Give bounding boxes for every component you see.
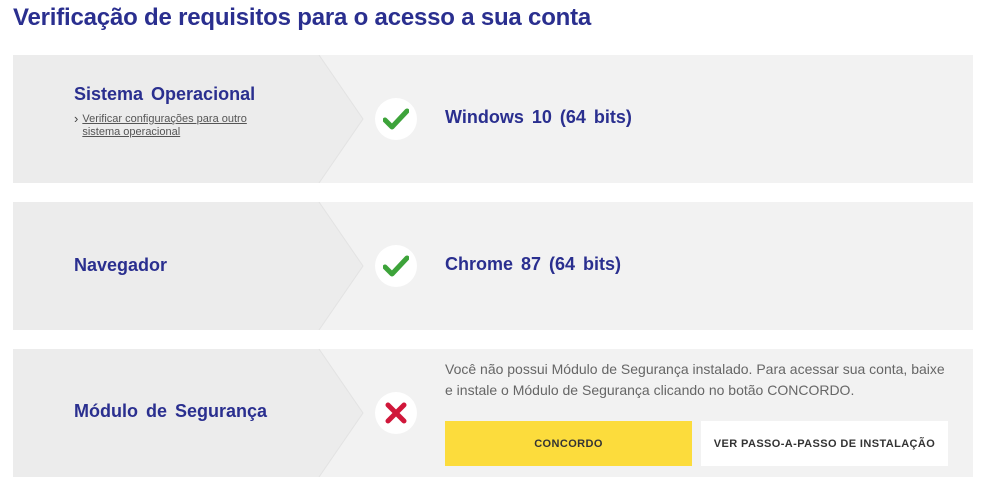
browser-status-circle	[375, 245, 417, 287]
os-check-card: Sistema Operacional › Verificar configur…	[13, 55, 973, 183]
browser-label: Navegador	[74, 255, 168, 275]
os-value: Windows 10 (64 bits)	[445, 107, 632, 127]
browser-value: Chrome 87 (64 bits)	[445, 254, 622, 274]
check-icon	[383, 255, 409, 277]
os-status-circle	[375, 98, 417, 140]
installation-steps-button[interactable]: VER PASSO-A-PASSO DE INSTALAÇÃO	[701, 421, 948, 466]
page-title: Verificação de requisitos para o acesso …	[13, 4, 592, 31]
security-status-circle	[375, 392, 417, 434]
check-icon	[383, 108, 409, 130]
security-module-check-card: Módulo de Segurança Você não possui Módu…	[13, 349, 973, 477]
os-label: Sistema Operacional	[74, 84, 256, 104]
agree-button[interactable]: CONCORDO	[445, 421, 692, 466]
x-icon	[385, 402, 407, 424]
security-module-label: Módulo de Segurança	[74, 401, 268, 421]
label-chevron-panel	[13, 202, 393, 330]
browser-check-card: Navegador Chrome 87 (64 bits)	[13, 202, 973, 330]
chevron-right-icon: ›	[74, 111, 79, 126]
security-module-message: Você não possui Módulo de Segurança inst…	[445, 361, 945, 398]
other-os-link[interactable]: Verificar configurações para outro siste…	[82, 113, 247, 139]
